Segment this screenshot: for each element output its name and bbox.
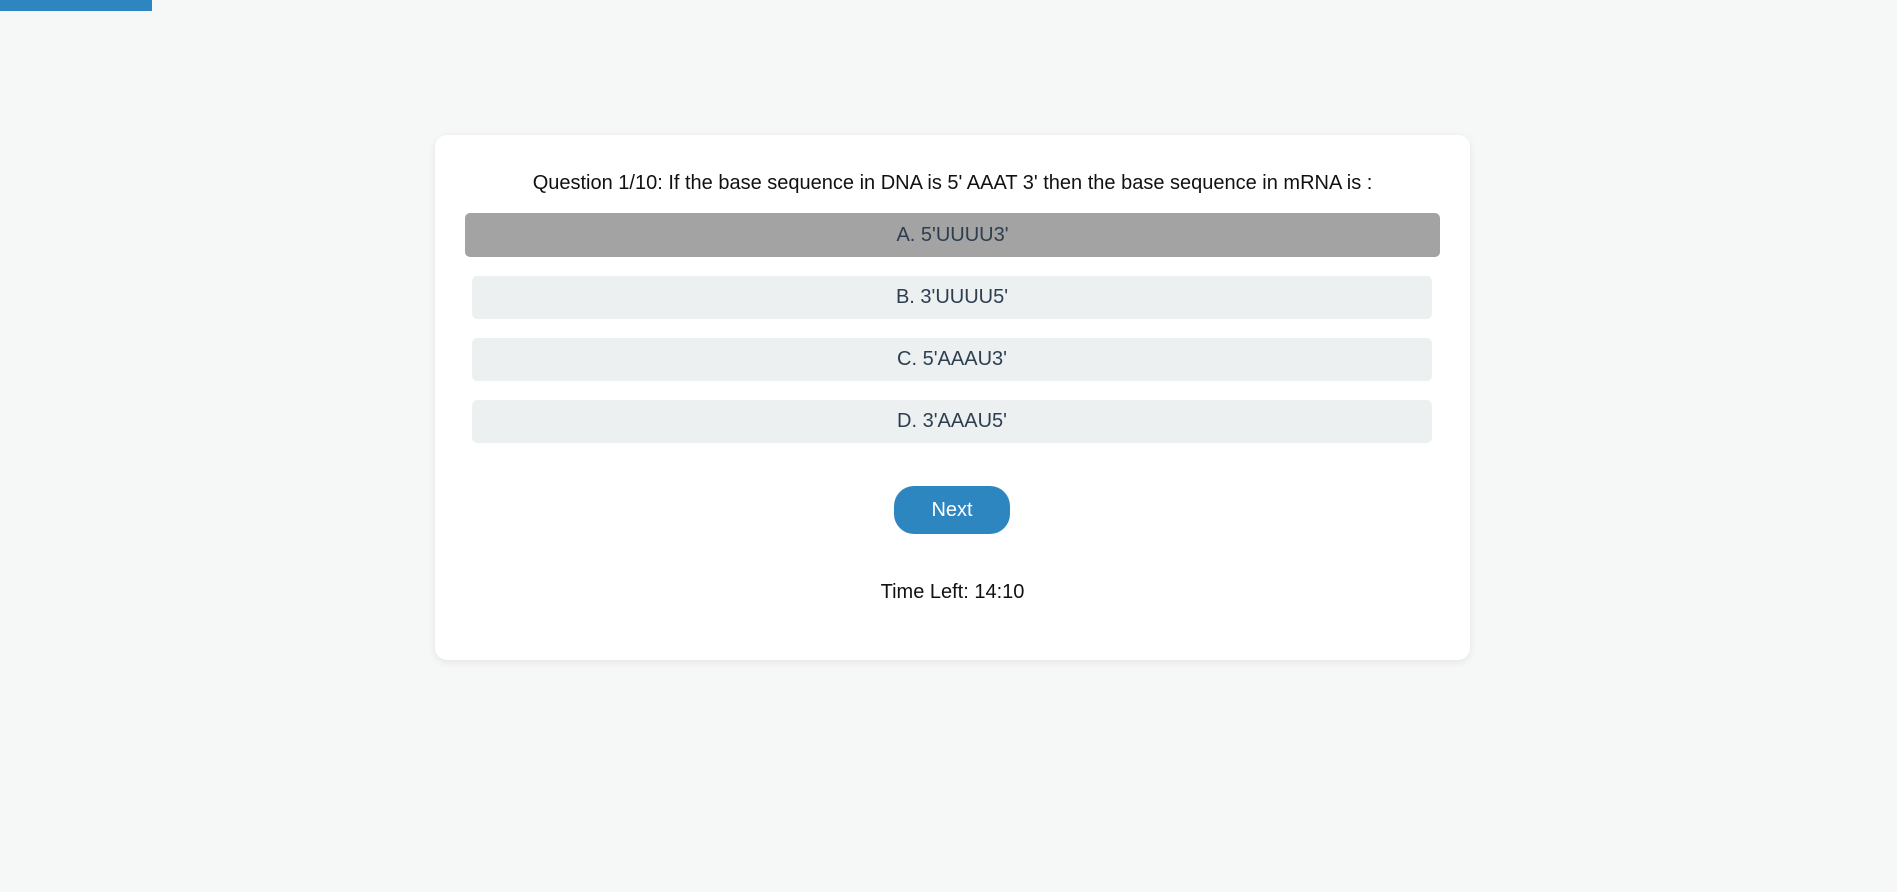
option-b[interactable]: B. 3'UUUU5'	[472, 276, 1432, 319]
quiz-card: Question 1/10: If the base sequence in D…	[435, 135, 1470, 660]
quiz-progress-fill	[0, 0, 152, 11]
quiz-progress-bar	[0, 0, 1897, 11]
option-a[interactable]: A. 5'UUUU3'	[465, 213, 1440, 257]
option-c[interactable]: C. 5'AAAU3'	[472, 338, 1432, 381]
time-left-text: Time Left: 14:10	[880, 581, 1025, 603]
option-d[interactable]: D. 3'AAAU5'	[472, 400, 1432, 443]
question-text: Question 1/10: If the base sequence in D…	[532, 172, 1373, 194]
next-button[interactable]: Next	[894, 486, 1010, 534]
